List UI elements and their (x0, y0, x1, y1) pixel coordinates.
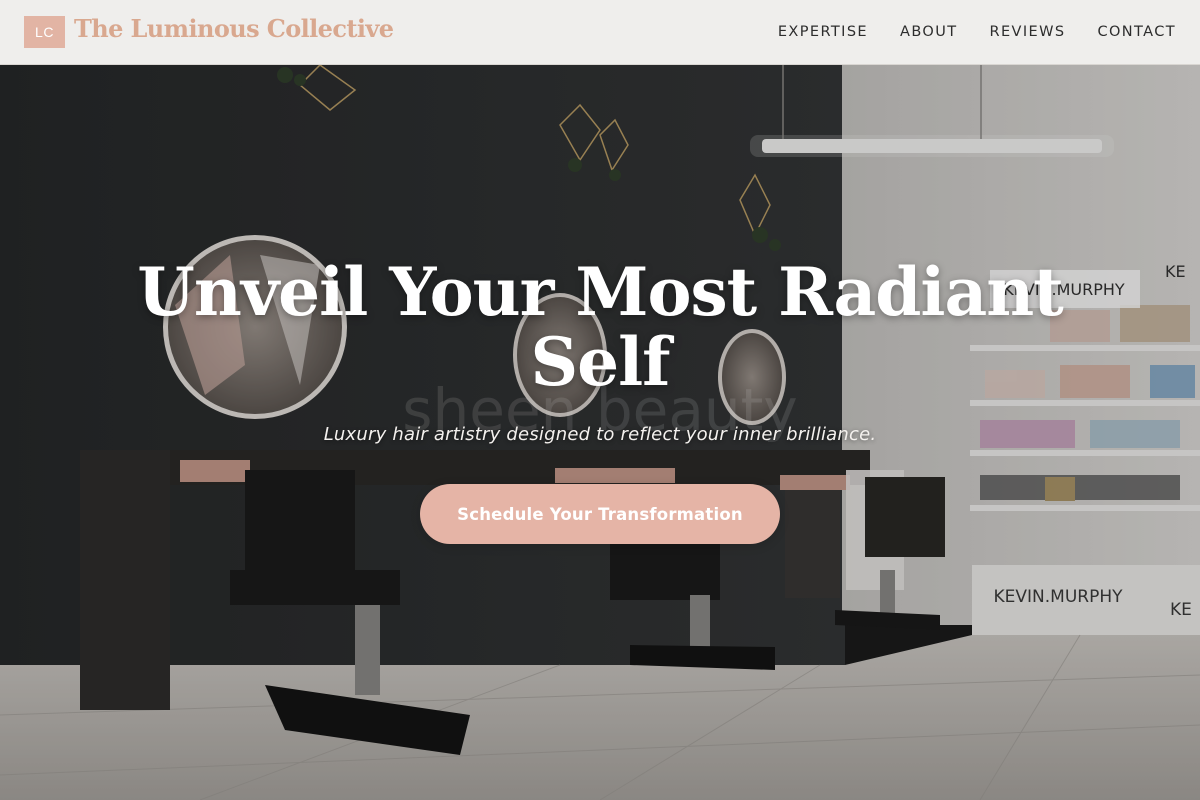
hero-section: sheen beauty KEVIN.MURPHY KE KEVIN.MURPH… (0, 65, 1200, 800)
main-nav: EXPERTISE ABOUT REVIEWS CONTACT (746, 20, 1176, 44)
nav-item-reviews[interactable]: REVIEWS (990, 20, 1066, 44)
hero-title: Unveil Your Most Radiant Self (0, 257, 1200, 397)
hero-title-line-2: Self (530, 323, 670, 401)
hero-title-line-1: Unveil Your Most Radiant (137, 253, 1063, 331)
site-title[interactable]: The Luminous Collective (74, 14, 394, 43)
nav-item-expertise[interactable]: EXPERTISE (778, 20, 868, 44)
logo-mark[interactable]: LC (24, 16, 65, 48)
nav-item-about[interactable]: ABOUT (900, 20, 958, 44)
hero-subtitle: Luxury hair artistry designed to reflect… (323, 424, 877, 445)
schedule-transformation-button[interactable]: Schedule Your Transformation (420, 484, 780, 544)
site-header: LC The Luminous Collective EXPERTISE ABO… (0, 0, 1200, 65)
nav-item-contact[interactable]: CONTACT (1097, 20, 1176, 44)
